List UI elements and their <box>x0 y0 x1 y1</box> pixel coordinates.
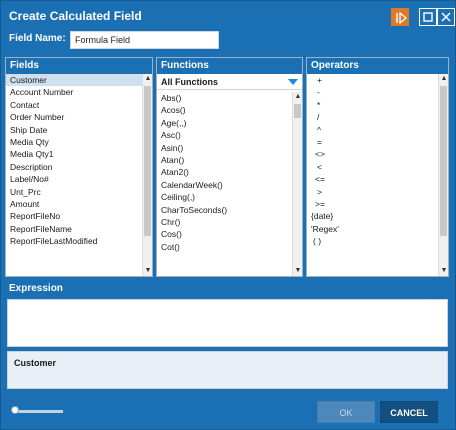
scroll-up-icon[interactable]: ▲ <box>439 74 448 84</box>
cancel-button[interactable]: CANCEL <box>380 401 438 423</box>
field-item[interactable]: Media Qty <box>6 136 142 148</box>
function-category-dropdown[interactable]: All Functions <box>157 74 302 90</box>
field-item[interactable]: Ship Date <box>6 124 142 136</box>
function-item[interactable]: Asc() <box>157 129 292 141</box>
field-item[interactable]: Label/No# <box>6 173 142 185</box>
create-calculated-field-dialog: Create Calculated Field Field Name: Fiel… <box>0 0 456 430</box>
fields-header: Fields <box>6 58 152 74</box>
operator-item[interactable]: + <box>307 74 438 86</box>
operator-item[interactable]: < <box>307 161 438 173</box>
close-button[interactable] <box>437 8 455 26</box>
scroll-down-icon[interactable]: ▼ <box>143 266 152 276</box>
run-button[interactable] <box>391 8 409 26</box>
field-item[interactable]: Amount <box>6 198 142 210</box>
title-bar: Create Calculated Field <box>1 1 456 29</box>
operator-item[interactable]: 'Regex' <box>307 223 438 235</box>
operator-item[interactable]: {date} <box>307 210 438 222</box>
function-item[interactable]: Ceiling(,) <box>157 191 292 203</box>
scroll-up-icon[interactable]: ▲ <box>293 92 302 102</box>
function-item[interactable]: Cot() <box>157 241 292 253</box>
function-item[interactable]: Asin() <box>157 142 292 154</box>
run-icon <box>396 11 408 25</box>
function-item[interactable]: CharToSeconds() <box>157 204 292 216</box>
field-name-label: Field Name: <box>9 33 66 44</box>
function-item[interactable]: Acos() <box>157 104 292 116</box>
scroll-thumb[interactable] <box>144 86 151 236</box>
fields-list: Customer Account Number Contact Order Nu… <box>6 74 142 276</box>
fields-scrollbar[interactable]: ▲ ▼ <box>142 74 152 276</box>
function-item[interactable]: Cos() <box>157 228 292 240</box>
operator-item[interactable]: = <box>307 136 438 148</box>
operator-item[interactable]: ^ <box>307 124 438 136</box>
field-item[interactable]: ReportFileLastModified <box>6 235 142 247</box>
operators-list: + - * / ^ = <> < <= > >= {date} 'Regex' … <box>307 74 438 276</box>
ok-button[interactable]: OK <box>317 401 375 423</box>
function-item[interactable]: Atan() <box>157 154 292 166</box>
expression-info-panel: Customer <box>7 351 448 389</box>
field-item[interactable]: Account Number <box>6 86 142 98</box>
field-item[interactable]: Description <box>6 161 142 173</box>
scroll-thumb[interactable] <box>440 86 447 236</box>
function-category-value: All Functions <box>161 77 218 87</box>
fields-panel: Fields Customer Account Number Contact O… <box>5 57 153 277</box>
zoom-slider-handle[interactable] <box>11 406 19 414</box>
field-name-input[interactable] <box>70 31 219 49</box>
maximize-icon <box>423 12 433 22</box>
scroll-thumb[interactable] <box>294 104 301 118</box>
operators-scrollbar[interactable]: ▲ ▼ <box>438 74 448 276</box>
function-item[interactable]: Atan2() <box>157 166 292 178</box>
operator-item[interactable]: / <box>307 111 438 123</box>
operators-panel: Operators + - * / ^ = <> < <= > >= {date… <box>306 57 449 277</box>
operator-item[interactable]: <> <box>307 148 438 160</box>
scroll-down-icon[interactable]: ▼ <box>293 266 302 276</box>
expression-info-text: Customer <box>14 358 57 368</box>
zoom-slider-track[interactable] <box>13 410 63 413</box>
field-item[interactable]: Contact <box>6 99 142 111</box>
function-item[interactable]: Age(,,) <box>157 117 292 129</box>
scroll-down-icon[interactable]: ▼ <box>439 266 448 276</box>
function-item[interactable]: CalendarWeek() <box>157 179 292 191</box>
operator-item[interactable]: >= <box>307 198 438 210</box>
operators-header: Operators <box>307 58 448 74</box>
operator-item[interactable]: > <box>307 186 438 198</box>
function-item[interactable]: Abs() <box>157 92 292 104</box>
scroll-up-icon[interactable]: ▲ <box>143 74 152 84</box>
expression-header: Expression <box>5 281 449 297</box>
function-item[interactable]: Chr() <box>157 216 292 228</box>
functions-panel: Functions All Functions Abs() Acos() Age… <box>156 57 303 277</box>
field-item[interactable]: Customer <box>6 74 142 87</box>
maximize-button[interactable] <box>419 8 437 26</box>
functions-list: Abs() Acos() Age(,,) Asc() Asin() Atan()… <box>157 92 292 276</box>
operator-item[interactable]: * <box>307 99 438 111</box>
operator-item[interactable]: ( ) <box>307 235 438 247</box>
field-item[interactable]: Unt_Prc <box>6 186 142 198</box>
operator-item[interactable]: - <box>307 86 438 98</box>
operator-item[interactable]: <= <box>307 173 438 185</box>
dialog-title: Create Calculated Field <box>9 9 142 23</box>
field-item[interactable]: ReportFileName <box>6 223 142 235</box>
functions-scrollbar[interactable]: ▲ ▼ <box>292 92 302 276</box>
field-item[interactable]: ReportFileNo <box>6 210 142 222</box>
expression-editor[interactable] <box>7 299 448 347</box>
chevron-down-icon <box>288 79 298 85</box>
field-item[interactable]: Order Number <box>6 111 142 123</box>
functions-header: Functions <box>157 58 302 74</box>
field-item[interactable]: Media Qty1 <box>6 148 142 160</box>
close-icon <box>441 12 451 22</box>
